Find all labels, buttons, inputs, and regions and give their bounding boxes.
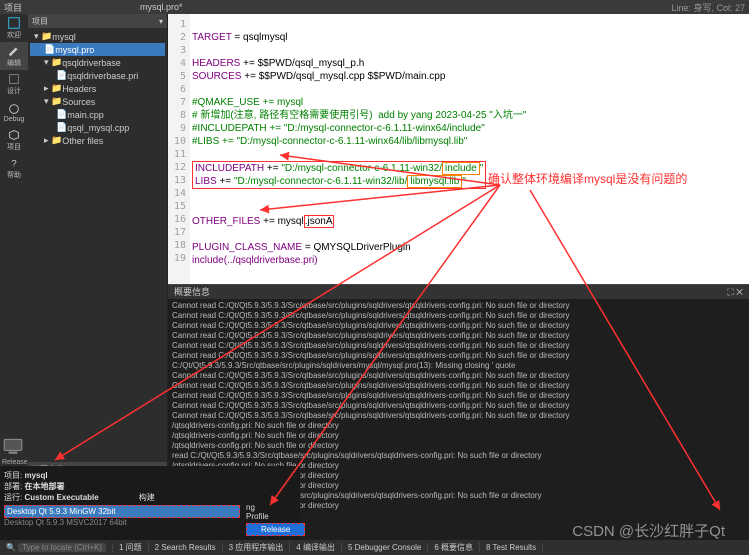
project-pane-header[interactable]: 项目 ▾ xyxy=(28,14,167,28)
kit-selector-icon[interactable] xyxy=(2,435,24,457)
sb-issues[interactable]: 1 问题 xyxy=(113,542,149,553)
svg-text:?: ? xyxy=(11,159,16,170)
kit-panel[interactable]: 项目: mysql 部署: 在本地部署 运行: Custom Executabl… xyxy=(0,466,300,540)
statusbar: 🔍 Type to locate (Ctrl+K) 1 问题 2 Search … xyxy=(0,540,749,555)
titlebar-left: 项目 xyxy=(0,1,120,14)
file-qsql[interactable]: qsql_mysql.cpp xyxy=(67,123,129,133)
folder-headers[interactable]: Headers xyxy=(62,84,96,94)
code-content[interactable]: TARGET = qsqlmysql HEADERS += $$PWD/qsql… xyxy=(190,14,749,284)
folder-driverbase[interactable]: qsqldriverbase xyxy=(62,58,121,68)
mode-welcome[interactable]: 欢迎 xyxy=(0,14,28,42)
mode-sidebar: 欢迎 编辑 设计 Debug 项目 ?帮助 Release xyxy=(0,14,28,540)
build-cfg[interactable]: Profile xyxy=(246,512,296,521)
output-header[interactable]: 概要信息⛶ ✕ xyxy=(168,285,749,299)
sb-general[interactable]: 6 概要信息 xyxy=(428,542,480,553)
mode-help[interactable]: ?帮助 xyxy=(0,154,28,182)
line-gutter: 12345678910111213141516171819 xyxy=(168,14,190,284)
mode-edit[interactable]: 编辑 xyxy=(0,42,28,70)
project-tree[interactable]: ▾ 📁 mysql 📄 mysql.pro ▾ 📁 qsqldriverbase… xyxy=(28,28,167,149)
watermark: CSDN @长沙红胖子Qt xyxy=(572,520,725,541)
sb-debugger[interactable]: 5 Debugger Console xyxy=(342,543,428,552)
locator[interactable]: 🔍 Type to locate (Ctrl+K) xyxy=(0,543,113,552)
build-cfg-release[interactable]: Release xyxy=(246,523,305,536)
proj-root[interactable]: mysql xyxy=(52,32,76,42)
folder-sources[interactable]: Sources xyxy=(62,97,95,107)
sb-search[interactable]: 2 Search Results xyxy=(149,543,223,552)
mode-debug[interactable]: Debug xyxy=(0,98,28,126)
file-pri[interactable]: qsqldriverbase.pri xyxy=(67,71,138,81)
file-main[interactable]: main.cpp xyxy=(67,110,104,120)
kit-msvc[interactable]: Desktop Qt 5.9.3 MSVC2017 64bit xyxy=(4,518,240,527)
sb-compile[interactable]: 4 编译输出 xyxy=(290,542,342,553)
split-icon[interactable]: ▾ xyxy=(159,17,163,26)
code-editor[interactable]: 12345678910111213141516171819 TARGET = q… xyxy=(168,14,749,284)
mode-projects[interactable]: 项目 xyxy=(0,126,28,154)
kit-build-label: Release xyxy=(2,459,26,466)
titlebar-file: mysql.pro* xyxy=(120,2,599,12)
sb-appout[interactable]: 3 应用程序输出 xyxy=(223,542,291,553)
cursor-pos: Line: 身写, Col: 27 xyxy=(599,1,749,14)
mode-design[interactable]: 设计 xyxy=(0,70,28,98)
titlebar: 项目 mysql.pro* Line: 身写, Col: 27 xyxy=(0,0,749,14)
folder-other[interactable]: Other files xyxy=(62,136,103,146)
build-cfg[interactable]: ng xyxy=(246,503,296,512)
file-pro[interactable]: mysql.pro xyxy=(55,45,94,55)
sb-tests[interactable]: 8 Test Results xyxy=(480,543,543,552)
kit-mingw[interactable]: Desktop Qt 5.9.3 MinGW 32bit xyxy=(4,505,240,518)
